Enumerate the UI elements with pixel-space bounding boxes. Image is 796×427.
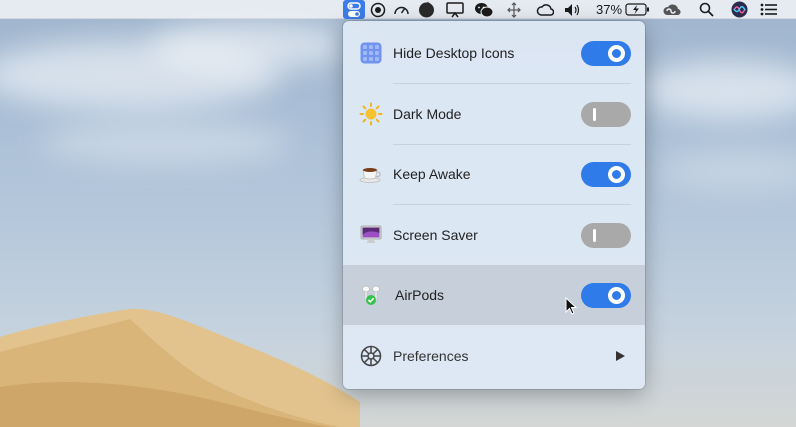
airpods-toggle[interactable]: [581, 282, 631, 308]
creative-cloud-icon[interactable]: [535, 0, 555, 19]
menu-item-label: Dark Mode: [393, 106, 462, 122]
apple-logo-icon[interactable]: [416, 0, 436, 19]
sun-icon: [359, 102, 383, 126]
siri-icon[interactable]: [729, 0, 749, 19]
display-icon[interactable]: [445, 0, 465, 19]
menu-item-label: Screen Saver: [393, 227, 478, 243]
menu-item-label: Keep Awake: [393, 166, 471, 182]
menu-item-dark-mode[interactable]: Dark Mode: [343, 84, 645, 144]
menu-item-label: Preferences: [393, 348, 469, 364]
volume-icon[interactable]: [563, 0, 581, 19]
menu-item-label: Hide Desktop Icons: [393, 45, 515, 61]
menu-item-airpods[interactable]: AirPods: [343, 265, 645, 325]
gear-icon: [359, 344, 383, 368]
wechat-icon[interactable]: [473, 0, 495, 19]
search-icon[interactable]: [697, 0, 715, 19]
submenu-arrow-icon: [616, 351, 625, 361]
battery-percent: 37%: [595, 2, 623, 17]
keep-awake-toggle[interactable]: [581, 161, 631, 187]
coffee-cup-icon: [359, 162, 383, 186]
hide-desktop-icons-toggle[interactable]: [581, 40, 631, 66]
airpods-icon: [359, 283, 383, 307]
menu-bar: 37%: [0, 0, 796, 19]
battery-charging-icon[interactable]: [624, 0, 650, 19]
menu-item-screen-saver[interactable]: Screen Saver: [343, 205, 645, 265]
notification-center-icon[interactable]: [758, 0, 778, 19]
dark-mode-toggle[interactable]: [581, 101, 631, 127]
one-switch-icon[interactable]: [343, 0, 365, 19]
creative-cloud-alt-icon[interactable]: [660, 0, 684, 19]
record-icon[interactable]: [369, 0, 387, 19]
menu-item-keep-awake[interactable]: Keep Awake: [343, 144, 645, 204]
monitor-icon: [359, 223, 383, 247]
mouse-cursor-icon: [565, 297, 578, 315]
desktop-grid-icon: [359, 41, 383, 65]
menu-item-preferences[interactable]: Preferences: [343, 326, 645, 386]
speedometer-icon[interactable]: [391, 0, 411, 19]
move-icon[interactable]: [505, 0, 523, 19]
screen-saver-toggle[interactable]: [581, 222, 631, 248]
menu-item-label: AirPods: [395, 287, 445, 303]
menu-item-hide-desktop-icons[interactable]: Hide Desktop Icons: [343, 23, 645, 83]
one-switch-menu: Hide Desktop Icons Dark Mode Keep Awake …: [343, 21, 645, 389]
